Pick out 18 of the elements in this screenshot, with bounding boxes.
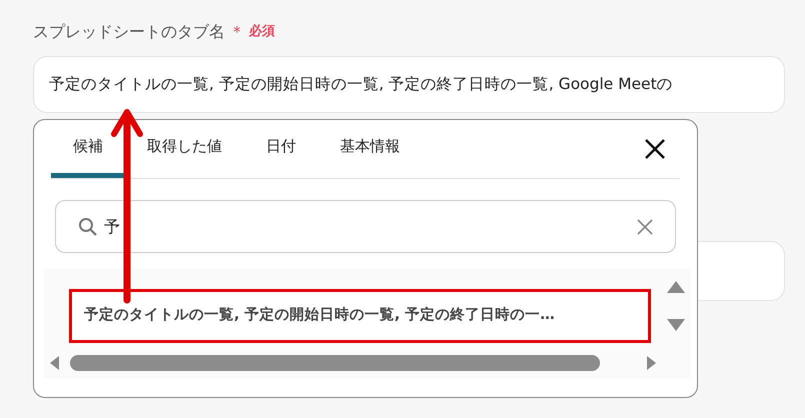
field-label: スプレッドシートのタブ名 (33, 21, 225, 43)
result-item[interactable]: 予定のタイトルの一覧, 予定の開始日時の一覧, 予定の終了日時の一… (69, 289, 651, 343)
scroll-up-icon (667, 281, 685, 293)
tab[interactable]: 基本情報 (318, 119, 422, 178)
required-asterisk: ＊ (229, 21, 245, 43)
scroll-right-icon (646, 356, 656, 370)
tab[interactable]: 取得した値 (125, 119, 244, 178)
close-icon (644, 138, 666, 160)
scroll-down-icon (667, 319, 685, 331)
tab[interactable]: 日付 (244, 119, 318, 178)
search-field[interactable]: 予 (55, 200, 676, 253)
text-input-field[interactable]: 予定のタイトルの一覧, 予定の開始日時の一覧, 予定の終了日時の一覧, Google Meetの (33, 56, 785, 113)
tab[interactable]: 候補 (51, 119, 125, 178)
clear-icon (637, 218, 653, 234)
scrollbar-thumb[interactable] (70, 355, 600, 371)
search-icon (78, 216, 98, 236)
required-label: 必須 (249, 22, 275, 42)
scroll-left-icon (50, 356, 60, 370)
